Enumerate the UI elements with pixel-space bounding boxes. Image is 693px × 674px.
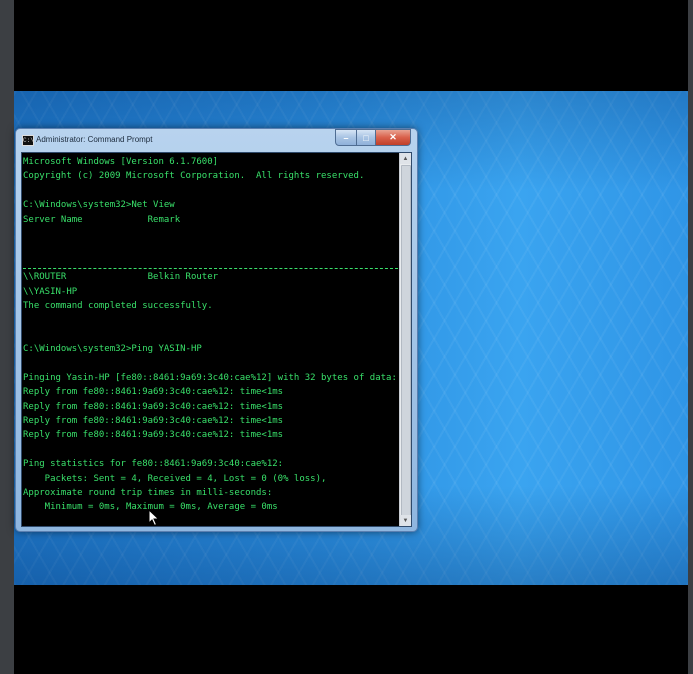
title-bar[interactable]: C:\ Administrator: Command Prompt – □ ✕ [16, 129, 417, 151]
console-line: Microsoft Windows [Version 6.1.7600] [23, 157, 219, 167]
cmd-icon: C:\ [22, 135, 34, 146]
console-line: \\ROUTER Belkin Router [23, 272, 219, 283]
console-line: Packets: Sent = 4, Received = 4, Lost = … [23, 473, 327, 484]
scroll-thumb[interactable] [401, 165, 411, 516]
maximize-button[interactable]: □ [357, 129, 376, 146]
minimize-button[interactable]: – [335, 129, 357, 146]
close-button[interactable]: ✕ [376, 129, 411, 146]
console-line: C:\Windows\system32>Ping YASIN-HP [23, 344, 202, 355]
console-line: Reply from fe80::8461:9a69:3c40:cae%12: … [23, 387, 284, 398]
console-line: Server Name Remark [23, 214, 181, 225]
console-line: C:\Windows\system32>Net View [23, 200, 175, 211]
console-line: Reply from fe80::8461:9a69:3c40:cae%12: … [23, 416, 284, 427]
command-prompt-window[interactable]: C:\ Administrator: Command Prompt – □ ✕ … [15, 128, 418, 532]
window-controls: – □ ✕ [335, 129, 411, 146]
console-line: Reply from fe80::8461:9a69:3c40:cae%12: … [23, 430, 284, 441]
console-line: Reply from fe80::8461:9a69:3c40:cae%12: … [23, 401, 284, 412]
console-line: The command completed successfully. [23, 300, 213, 311]
console-line: Minimum = 0ms, Maximum = 0ms, Average = … [23, 502, 278, 513]
console-line: Approximate round trip times in milli-se… [23, 487, 273, 498]
console-line: Copyright (c) 2009 Microsoft Corporation… [23, 171, 365, 182]
console-line: \\YASIN-HP [23, 286, 78, 297]
scroll-down-icon[interactable]: ▼ [400, 515, 411, 526]
vertical-scrollbar[interactable]: ▲ ▼ [399, 153, 411, 526]
separator-line [23, 268, 398, 269]
mouse-pointer-icon [148, 509, 160, 527]
console-output: Microsoft Windows [Version 6.1.7600] Copy… [23, 155, 399, 524]
console-area[interactable]: Microsoft Windows [Version 6.1.7600] Copy… [21, 152, 412, 527]
scroll-up-icon[interactable]: ▲ [400, 153, 411, 164]
left-frame-bar [0, 0, 14, 674]
console-line: Pinging Yasin-HP [fe80::8461:9a69:3c40:c… [23, 372, 397, 383]
right-frame-bar [688, 0, 693, 674]
console-line: Ping statistics for fe80::8461:9a69:3c40… [23, 459, 284, 470]
window-title: Administrator: Command Prompt [36, 135, 153, 144]
